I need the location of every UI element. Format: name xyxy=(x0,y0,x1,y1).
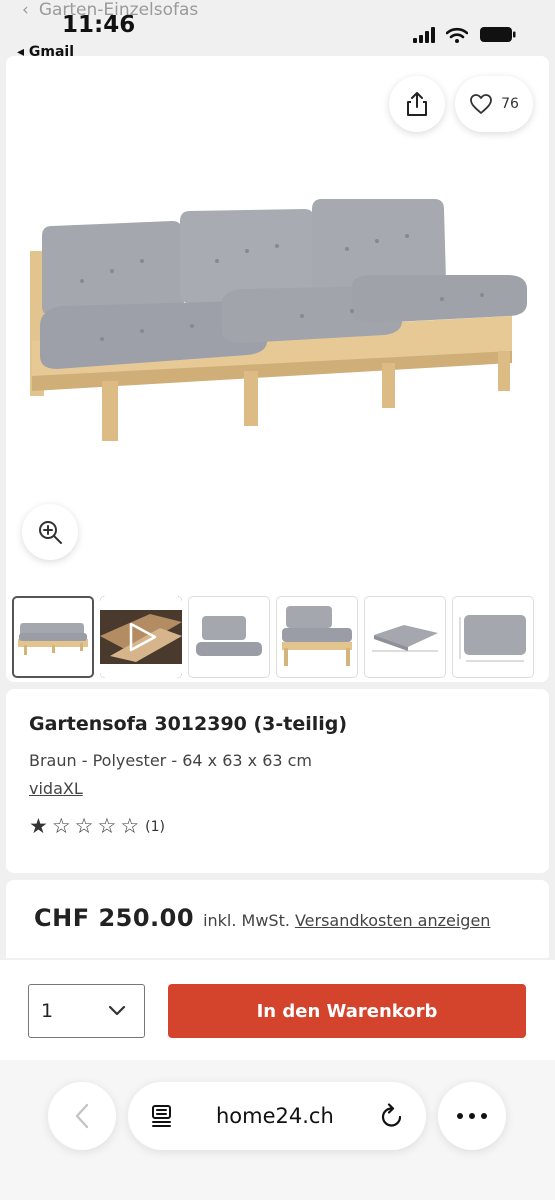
zoom-in-icon xyxy=(39,521,62,544)
url-text: home24.ch xyxy=(216,1104,334,1128)
thumbnail-image xyxy=(372,625,438,652)
chevron-down-icon xyxy=(108,1005,126,1016)
share-button[interactable] xyxy=(389,76,445,132)
thumbnail-video[interactable] xyxy=(100,596,182,678)
rating[interactable]: ★ ☆ ☆ ☆ ☆ (1) xyxy=(29,816,549,837)
battery-icon xyxy=(480,27,516,42)
cellular-signal-icon xyxy=(413,26,435,43)
thumbnail-image xyxy=(282,606,352,666)
star-empty-icon: ☆ xyxy=(97,814,117,838)
price-card: CHF 250.00 inkl. MwSt. Versandkosten anz… xyxy=(6,880,549,958)
browser-toolbar: home24.ch xyxy=(0,1060,555,1200)
purchase-bar: 1 In den Warenkorb xyxy=(0,960,555,1060)
back-chevron-icon: ‹ xyxy=(22,0,29,20)
vat-note: inkl. MwSt. xyxy=(203,911,290,930)
heart-icon xyxy=(470,94,492,114)
more-options-button[interactable] xyxy=(438,1082,506,1150)
product-subtitle: Braun - Polyester - 64 x 63 x 63 cm xyxy=(29,751,313,770)
thumbnail-seat-cushion[interactable] xyxy=(364,596,446,678)
play-icon xyxy=(129,622,157,652)
chevron-left-icon xyxy=(75,1103,89,1129)
thumbnail-cushion-set[interactable] xyxy=(188,596,270,678)
product-image-sofa[interactable] xyxy=(22,191,532,451)
product-info-card: Gartensofa 3012390 (3-teilig) Braun - Po… xyxy=(6,689,549,873)
status-time: 11:46 xyxy=(62,12,136,38)
status-bar: ‹ Garten-Einzelsofas 11:46 ◂ Gmail xyxy=(0,0,555,62)
favorite-count: 76 xyxy=(501,96,519,112)
brand-link[interactable]: vidaXL xyxy=(29,779,83,798)
reload-icon[interactable] xyxy=(380,1103,404,1129)
thumbnail-strip xyxy=(12,596,534,678)
status-icons xyxy=(413,26,517,43)
reader-mode-icon[interactable] xyxy=(150,1104,174,1128)
thumbnail-back-cushion[interactable] xyxy=(452,596,534,678)
thumbnail-sofa-3-seat[interactable] xyxy=(12,596,94,678)
star-filled-icon: ★ xyxy=(29,814,48,838)
wifi-icon xyxy=(446,27,468,43)
share-icon xyxy=(407,92,427,116)
zoom-button[interactable] xyxy=(22,504,78,560)
add-to-cart-button[interactable]: In den Warenkorb xyxy=(168,984,526,1038)
thumbnail-image xyxy=(18,623,88,655)
browser-back-button[interactable] xyxy=(48,1082,116,1150)
quantity-value: 1 xyxy=(41,1000,54,1022)
star-empty-icon: ☆ xyxy=(120,814,140,838)
address-bar[interactable]: home24.ch xyxy=(128,1082,426,1150)
shipping-costs-link[interactable]: Versandkosten anzeigen xyxy=(295,911,491,930)
thumbnail-single-seat[interactable] xyxy=(276,596,358,678)
star-empty-icon: ☆ xyxy=(74,814,94,838)
star-empty-icon: ☆ xyxy=(51,814,71,838)
product-title: Gartensofa 3012390 (3-teilig) xyxy=(29,713,348,735)
thumbnail-image xyxy=(196,616,262,656)
quantity-select[interactable]: 1 xyxy=(28,984,145,1038)
more-dots-icon xyxy=(457,1113,487,1119)
thumbnail-image xyxy=(459,615,526,662)
review-count[interactable]: (1) xyxy=(145,819,165,835)
price: CHF 250.00 xyxy=(34,904,195,932)
favorite-button[interactable]: 76 xyxy=(455,76,533,132)
product-gallery: 76 xyxy=(6,56,549,682)
